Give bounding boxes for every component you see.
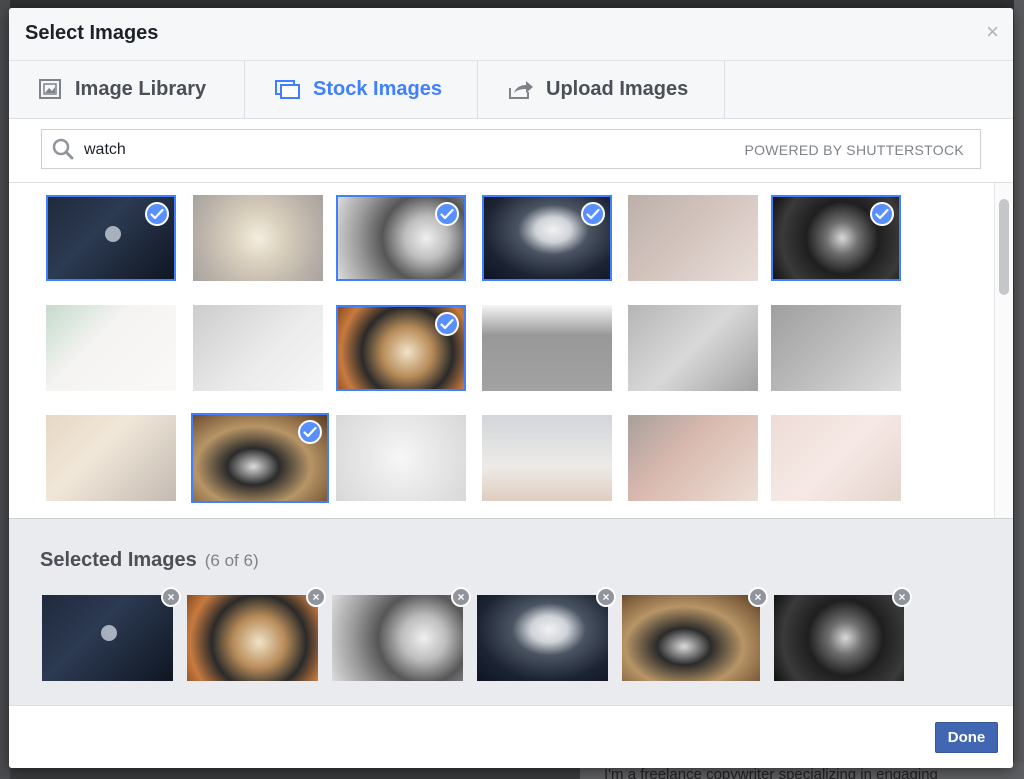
stock-image-tuxedo-watch [482,305,612,391]
close-icon[interactable]: × [986,20,999,44]
remove-icon[interactable]: × [892,587,912,607]
selected-image-skeleton-watch-gold [187,595,318,681]
stock-image-thumbnail[interactable] [191,413,329,503]
selected-image-chronograph-closeup [332,595,463,681]
selected-image-stacked-watches [622,595,760,681]
selected-image-thumbnail[interactable]: × [622,587,768,681]
stock-image-thumbnail[interactable] [771,195,901,281]
stock-image-thumbnail[interactable] [482,195,612,281]
dialog-footer: Done [9,705,1013,768]
stock-image-thumbnail[interactable] [336,195,466,281]
stock-image-thumbnail[interactable] [193,305,323,391]
image-library-icon [39,78,61,99]
selected-image-dark-chronograph [774,595,904,681]
tab-image-library[interactable]: Image Library [9,61,245,118]
search-input[interactable] [82,130,686,170]
done-button[interactable]: Done [935,722,998,753]
stock-images-icon [275,79,300,99]
check-mark-icon [150,208,164,220]
search-icon [52,138,74,160]
selected-check-icon[interactable] [435,312,459,336]
upload-icon [509,80,533,99]
remove-icon[interactable]: × [306,587,326,607]
check-mark-icon [440,318,454,330]
stock-image-thumbnail[interactable] [46,195,176,281]
remove-icon[interactable]: × [596,587,616,607]
stock-image-watchmaker-repair [628,305,758,391]
stock-image-grid [9,182,1013,519]
stock-image-thumbnail[interactable] [628,415,758,501]
powered-by-label: POWERED BY SHUTTERSTOCK [744,142,964,158]
tab-bar: Image Library Stock Images Upload Images [9,61,1013,119]
selected-image-steel-watch-dark [477,595,608,681]
check-mark-icon [303,426,317,438]
grid-scrollbar-thumb[interactable] [999,199,1009,295]
check-mark-icon [440,208,454,220]
background-page-right [1014,0,1024,779]
selected-check-icon[interactable] [298,420,322,444]
remove-icon[interactable]: × [161,587,181,607]
selected-images-title: Selected Images [40,549,197,571]
selected-images-heading: Selected Images (6 of 6) [40,549,259,572]
selected-image-watch-on-suit-wrist [42,595,173,681]
tab-image-library-label: Image Library [75,78,207,100]
dialog-title: Select Images [25,22,159,44]
stock-image-flatlay-accessories [46,305,176,391]
stock-image-thumbnail[interactable] [46,415,176,501]
stock-image-thumbnail[interactable] [482,305,612,391]
selected-check-icon[interactable] [145,202,169,226]
stock-image-thumbnail[interactable] [336,305,466,391]
tab-stock-images-label: Stock Images [313,78,442,100]
stock-image-smartwatch-sweater [482,415,612,501]
selected-check-icon[interactable] [870,202,894,226]
stock-image-thumbnail[interactable] [482,415,612,501]
stock-image-arm-checking-watch [193,305,323,391]
remove-icon[interactable]: × [748,587,768,607]
stock-image-thumbnail[interactable] [771,415,901,501]
selected-image-thumbnail[interactable]: × [774,587,912,681]
selected-check-icon[interactable] [581,202,605,226]
tab-upload-images-label: Upload Images [546,78,689,100]
selected-image-thumbnail[interactable]: × [332,587,471,681]
background-page-top [0,0,1024,8]
check-mark-icon [875,208,889,220]
selected-image-thumbnail[interactable]: × [187,587,326,681]
dialog-titlebar: Select Images × [9,8,1013,61]
remove-icon[interactable]: × [451,587,471,607]
selected-image-thumbnail[interactable]: × [42,587,181,681]
stock-image-thumbnail[interactable] [193,195,323,281]
stock-image-wrist-watch-sweater [628,195,758,281]
stock-image-thumbnail[interactable] [628,195,758,281]
selected-images-panel: Selected Images (6 of 6) × × × × × × [9,518,1013,706]
stock-image-camera-and-watch [46,415,176,501]
selected-image-thumbnail[interactable]: × [477,587,616,681]
stock-image-thumbnail[interactable] [336,415,466,501]
selected-images-count: (6 of 6) [204,551,259,570]
stock-image-watch-gears-repair [193,195,323,281]
tab-upload-images[interactable]: Upload Images [478,61,725,118]
stock-image-thumbnail[interactable] [771,305,901,391]
stock-image-woman-checking-watch [628,415,758,501]
tab-stock-images[interactable]: Stock Images [245,61,478,118]
search-bar: POWERED BY SHUTTERSTOCK [41,129,981,170]
select-images-dialog: Select Images × Image Library Stock Imag… [9,8,1013,768]
grid-scroll-track[interactable] [994,183,1013,519]
selected-check-icon[interactable] [435,202,459,226]
stock-image-thumbnail[interactable] [46,305,176,391]
check-mark-icon [586,208,600,220]
stock-image-crossed-arms-watch [771,305,901,391]
stock-image-skeleton-mechanism [336,415,466,501]
stock-image-blurry-wrist-watch [771,415,901,501]
stock-image-thumbnail[interactable] [628,305,758,391]
